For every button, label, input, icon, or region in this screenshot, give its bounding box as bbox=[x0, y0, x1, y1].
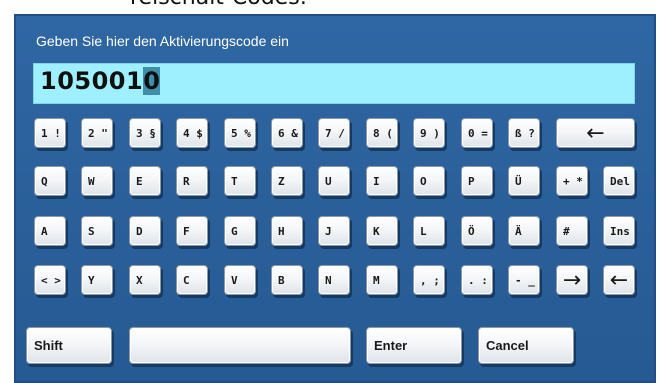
space-bar[interactable] bbox=[129, 327, 351, 364]
key-d[interactable]: D bbox=[129, 216, 161, 246]
key-hash[interactable]: # bbox=[556, 216, 588, 246]
left-arrow-icon: ← bbox=[586, 120, 605, 146]
code-typed-text: 105001 bbox=[40, 67, 144, 95]
key-oe[interactable]: Ö bbox=[461, 216, 493, 246]
key-q[interactable]: Q bbox=[34, 166, 66, 196]
key-f[interactable]: F bbox=[176, 216, 208, 246]
key-h[interactable]: H bbox=[271, 216, 303, 246]
activation-code-value: 1050010 bbox=[40, 67, 161, 95]
key-u[interactable]: U bbox=[318, 166, 350, 196]
key-3[interactable]: 3 § bbox=[129, 118, 161, 148]
key-x[interactable]: X bbox=[129, 265, 161, 295]
key-ue[interactable]: Ü bbox=[508, 166, 540, 196]
key-b[interactable]: B bbox=[271, 265, 303, 295]
key-n[interactable]: N bbox=[318, 265, 350, 295]
key-dash[interactable]: - _ bbox=[508, 265, 540, 295]
delete-button[interactable]: Del bbox=[603, 166, 635, 196]
shift-button[interactable]: Shift bbox=[26, 327, 112, 364]
right-arrow-icon: → bbox=[562, 267, 582, 293]
key-i[interactable]: I bbox=[366, 166, 398, 196]
key-o[interactable]: O bbox=[413, 166, 445, 196]
insert-button[interactable]: Ins bbox=[603, 216, 635, 246]
backspace-button[interactable]: ← bbox=[556, 118, 635, 148]
key-period[interactable]: . : bbox=[461, 265, 493, 295]
key-y[interactable]: Y bbox=[81, 265, 113, 295]
key-9[interactable]: 9 ) bbox=[413, 118, 445, 148]
key-c[interactable]: C bbox=[176, 265, 208, 295]
key-g[interactable]: G bbox=[224, 216, 256, 246]
key-r[interactable]: R bbox=[176, 166, 208, 196]
key-e[interactable]: E bbox=[129, 166, 161, 196]
cursor-left-button[interactable]: ← bbox=[603, 265, 635, 295]
key-8[interactable]: 8 ( bbox=[366, 118, 398, 148]
cancel-button[interactable]: Cancel bbox=[478, 327, 574, 364]
key-2[interactable]: 2 " bbox=[81, 118, 113, 148]
key-t[interactable]: T bbox=[224, 166, 256, 196]
text-cursor: 0 bbox=[143, 67, 161, 95]
key-w[interactable]: W bbox=[81, 166, 113, 196]
background-window-label: reischalt-Codes: bbox=[130, 0, 307, 10]
key-plus[interactable]: + * bbox=[556, 166, 588, 196]
enter-button[interactable]: Enter bbox=[366, 327, 462, 364]
key-p[interactable]: P bbox=[461, 166, 493, 196]
background-window-text: reischalt-Codes: bbox=[0, 0, 661, 14]
key-s[interactable]: S bbox=[81, 216, 113, 246]
dialog-title: Geben Sie hier den Aktivierungscode ein bbox=[36, 33, 289, 49]
key-a[interactable]: A bbox=[34, 216, 66, 246]
key-ae[interactable]: Ä bbox=[508, 216, 540, 246]
cursor-right-button[interactable]: → bbox=[556, 265, 588, 295]
key-4[interactable]: 4 $ bbox=[176, 118, 208, 148]
key-7[interactable]: 7 / bbox=[318, 118, 350, 148]
key-eszett[interactable]: ß ? bbox=[508, 118, 540, 148]
left-arrow-icon: ← bbox=[609, 267, 629, 293]
key-k[interactable]: K bbox=[366, 216, 398, 246]
key-l[interactable]: L bbox=[413, 216, 445, 246]
key-1[interactable]: 1 ! bbox=[34, 118, 66, 148]
key-angle-brackets[interactable]: < > bbox=[34, 265, 66, 295]
activation-code-input[interactable]: 1050010 bbox=[33, 63, 635, 104]
key-5[interactable]: 5 % bbox=[224, 118, 256, 148]
key-j[interactable]: J bbox=[318, 216, 350, 246]
key-0[interactable]: 0 = bbox=[461, 118, 493, 148]
activation-code-dialog: Geben Sie hier den Aktivierungscode ein … bbox=[14, 14, 656, 383]
key-m[interactable]: M bbox=[366, 265, 398, 295]
key-6[interactable]: 6 & bbox=[271, 118, 303, 148]
key-v[interactable]: V bbox=[224, 265, 256, 295]
key-z[interactable]: Z bbox=[271, 166, 303, 196]
key-comma[interactable]: , ; bbox=[413, 265, 445, 295]
